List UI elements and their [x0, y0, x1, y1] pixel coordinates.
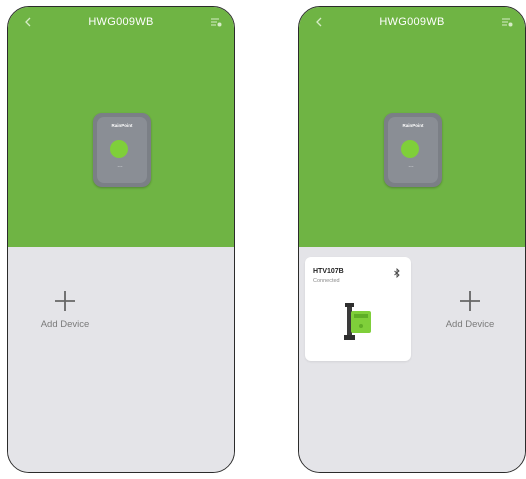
hub-indicator-dots: [408, 166, 414, 167]
device-name: HTV107B: [313, 268, 344, 275]
top-bar: HWG009WB: [8, 7, 234, 37]
menu-button[interactable]: [208, 14, 224, 30]
page-title: HWG009WB: [379, 16, 445, 28]
add-device-label: Add Device: [445, 319, 495, 330]
phone-screen-1: HWG009WB RainPoint Add Device: [7, 6, 235, 473]
add-device-button[interactable]: Add Device: [30, 289, 100, 330]
phone-screen-2: HWG009WB RainPoint HTV107B Connected Add…: [298, 6, 526, 473]
hub-device-image: RainPoint: [93, 113, 151, 187]
device-card[interactable]: HTV107B Connected: [305, 257, 411, 361]
page-title: HWG009WB: [88, 16, 154, 28]
hub-brand-logo: RainPoint: [402, 123, 424, 128]
hub-indicator-dots: [117, 166, 123, 167]
hub-device-image: RainPoint: [384, 113, 442, 187]
plus-icon: [55, 291, 75, 311]
add-device-button[interactable]: Add Device: [435, 289, 505, 330]
plus-icon: [460, 291, 480, 311]
hub-button: [110, 140, 128, 158]
device-area: [8, 247, 234, 472]
device-status: Connected: [313, 278, 340, 284]
menu-settings-icon: [502, 18, 513, 27]
top-bar: HWG009WB: [299, 7, 525, 37]
hub-button: [401, 140, 419, 158]
hub-brand-logo: RainPoint: [111, 123, 133, 128]
menu-settings-icon: [211, 18, 222, 27]
valve-device-image: [344, 303, 371, 340]
bluetooth-icon: [394, 268, 400, 278]
add-device-label: Add Device: [40, 319, 90, 330]
menu-button[interactable]: [499, 14, 515, 30]
